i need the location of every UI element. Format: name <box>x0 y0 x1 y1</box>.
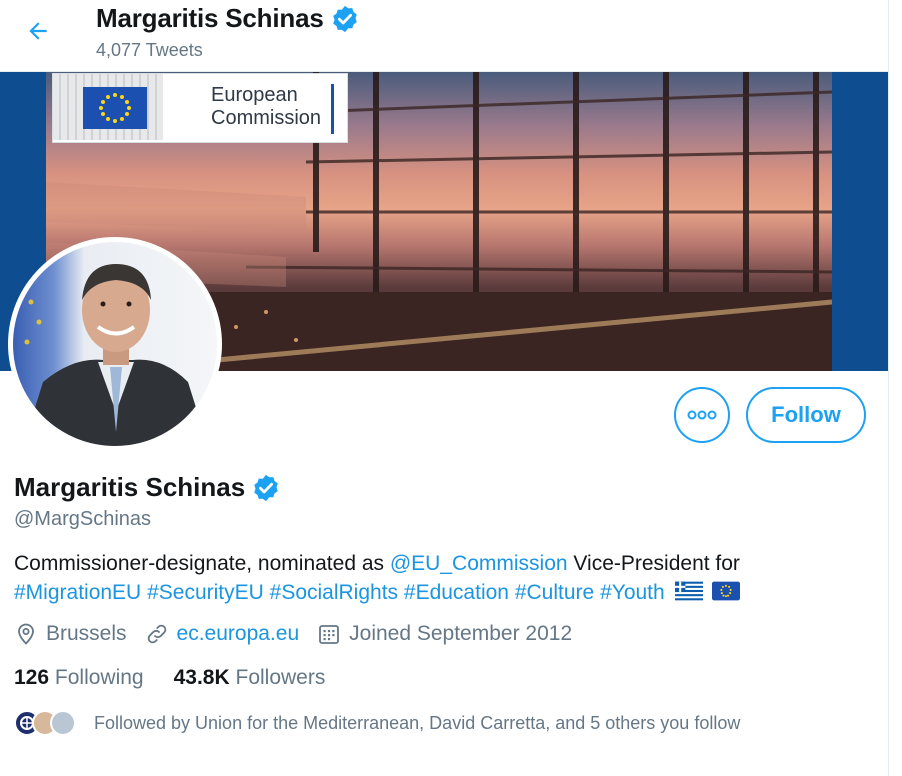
header-name-text: Margaritis Schinas <box>96 3 324 33</box>
bio-text-2: Vice-President for <box>567 552 740 575</box>
joined-item: Joined September 2012 <box>317 622 572 646</box>
follow-stats: 126 Following 43.8K Followers <box>14 666 325 690</box>
website-item: ec.europa.eu <box>145 622 300 646</box>
following-stat[interactable]: 126 Following <box>14 666 144 690</box>
avatar-photo <box>23 264 208 446</box>
profile-meta: Brussels ec.europa.eu Joined September 2… <box>14 622 590 646</box>
followed-by-row[interactable]: Followed by Union for the Mediterranean,… <box>14 710 740 736</box>
greece-flag-icon <box>674 581 703 601</box>
bio-text-1: Commissioner-designate, nominated as <box>14 552 390 575</box>
eu-logo-flag-icon <box>83 87 147 129</box>
profile-header-bar: Margaritis Schinas 4,077 Tweets <box>0 0 888 72</box>
follow-button[interactable]: Follow <box>746 387 866 443</box>
calendar-icon <box>319 625 340 644</box>
location-icon <box>18 623 34 645</box>
back-button[interactable] <box>18 11 58 51</box>
hashtag-link[interactable]: #SocialRights <box>270 581 398 604</box>
following-count: 126 <box>14 666 50 689</box>
hashtag-link[interactable]: #Education <box>404 581 509 604</box>
display-name-text: Margaritis Schinas <box>14 472 246 502</box>
link-icon <box>147 624 166 644</box>
tweet-count: 4,077 Tweets <box>96 40 203 60</box>
more-options-button[interactable] <box>674 387 730 443</box>
follower-avatar <box>50 710 76 736</box>
logo-text-line2: Commission <box>211 107 322 129</box>
following-label: Following <box>54 666 144 689</box>
profile-bio: Commissioner-designate, nominated as @EU… <box>14 549 874 607</box>
bio-mention-link[interactable]: @EU_Commission <box>390 552 568 575</box>
back-arrow-icon <box>29 22 47 40</box>
profile-avatar[interactable] <box>8 237 222 451</box>
profile-handle: @MargSchinas <box>14 508 152 530</box>
followers-count: 43.8K <box>173 666 230 689</box>
followed-by-text: Followed by Union for the Mediterranean,… <box>94 712 741 733</box>
profile-display-name: Margaritis Schinas <box>14 472 281 503</box>
profile-column: Margaritis Schinas 4,077 Tweets European… <box>0 0 889 776</box>
followers-label: Followers <box>235 666 326 689</box>
verified-badge-icon <box>332 5 357 32</box>
website-link[interactable]: ec.europa.eu <box>177 622 300 646</box>
hashtag-link[interactable]: #MigrationEU <box>14 581 141 604</box>
more-icon <box>687 410 717 420</box>
location-text: Brussels <box>46 622 127 645</box>
followers-stat[interactable]: 43.8K Followers <box>174 666 326 690</box>
hashtag-link[interactable]: #Youth <box>600 581 665 604</box>
hashtag-link[interactable]: #Culture <box>515 581 594 604</box>
hashtag-link[interactable]: #SecurityEU <box>147 581 264 604</box>
header-name: Margaritis Schinas <box>96 3 360 34</box>
joined-text: Joined September 2012 <box>349 622 573 645</box>
follower-avatars <box>14 710 76 736</box>
verified-badge-icon <box>254 474 278 501</box>
logo-text-line1: European <box>211 84 298 106</box>
eu-flag-icon <box>712 581 741 601</box>
european-commission-logo: European Commission <box>52 73 348 143</box>
location-item: Brussels <box>14 622 127 646</box>
logo-text: European Commission <box>211 84 321 130</box>
